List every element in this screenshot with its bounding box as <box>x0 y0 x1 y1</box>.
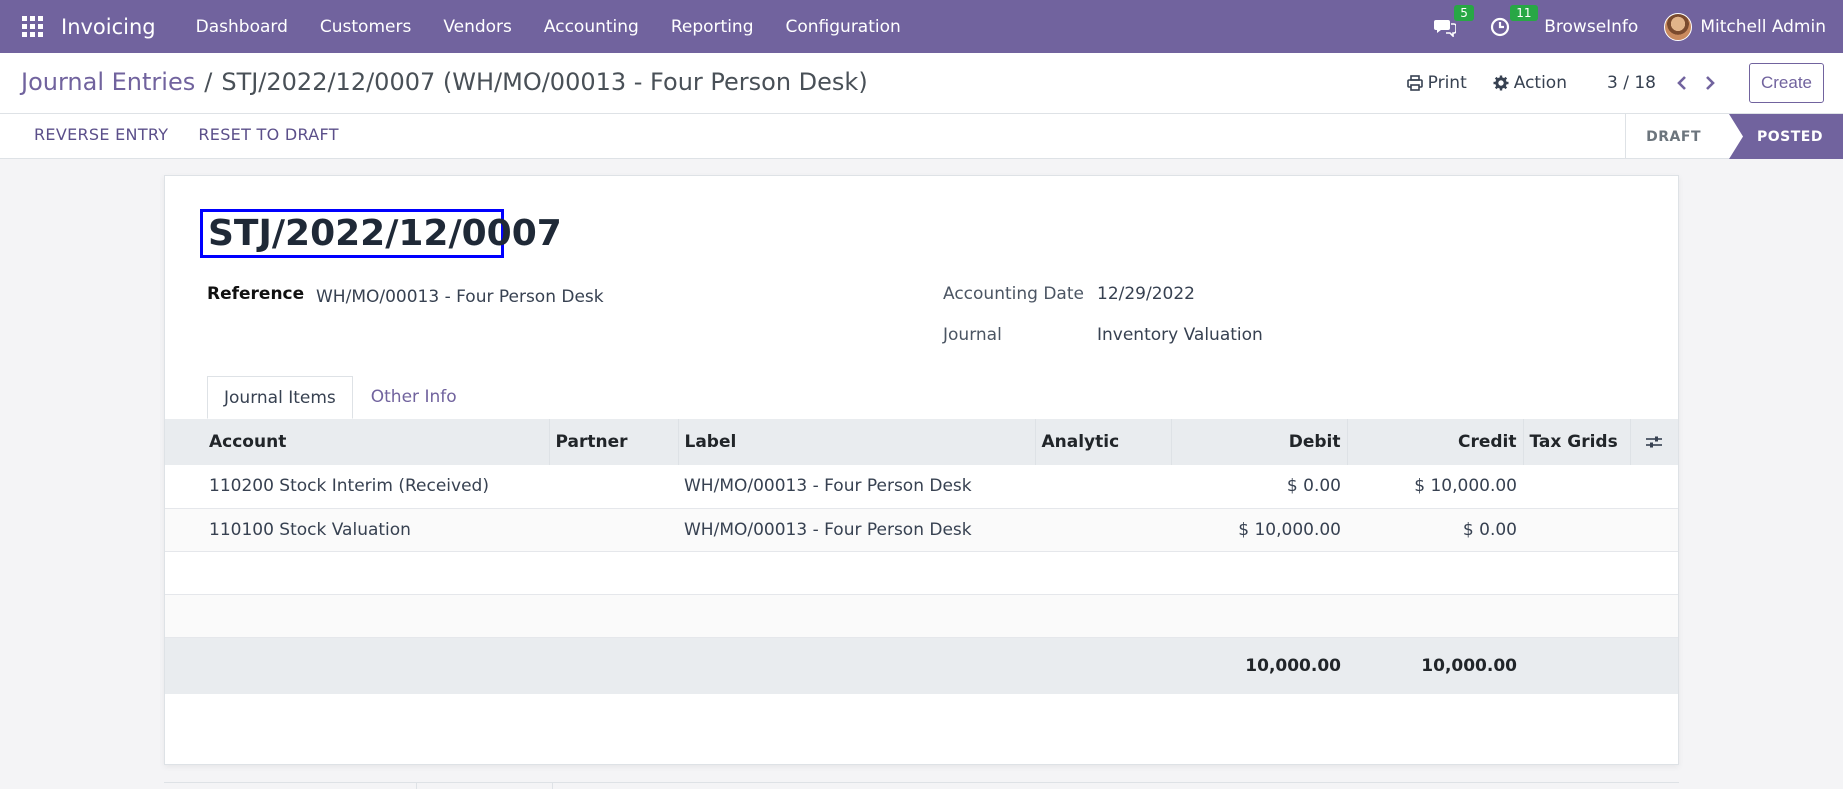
cell-analytic <box>1035 508 1171 552</box>
messages-button[interactable]: 5 <box>1434 4 1474 37</box>
column-debit[interactable]: Debit <box>1170 419 1347 465</box>
stage-draft[interactable]: DRAFT <box>1625 114 1729 159</box>
cell-tax-grids <box>1523 465 1630 509</box>
empty-row <box>165 594 1678 638</box>
app-name[interactable]: Invoicing <box>61 15 156 39</box>
tab-journal-items[interactable]: Journal Items <box>207 376 353 419</box>
avatar <box>1664 12 1693 41</box>
tab-other-info[interactable]: Other Info <box>355 376 473 419</box>
clock-icon <box>1491 17 1510 36</box>
action-label: Action <box>1513 73 1567 93</box>
cell-account: 110200 Stock Interim (Received) <box>165 465 549 509</box>
cell-label: WH/MO/00013 - Four Person Desk <box>678 508 1035 552</box>
total-credit: 10,000.00 <box>1347 637 1523 694</box>
column-partner[interactable]: Partner <box>548 419 678 465</box>
print-label: Print <box>1427 73 1467 93</box>
journal-label: Journal <box>943 325 1002 345</box>
cell-empty <box>1630 465 1678 509</box>
journal-value[interactable]: Inventory Valuation <box>1097 325 1263 345</box>
cell-account: 110100 Stock Valuation <box>165 508 549 552</box>
cell-analytic <box>1035 465 1171 509</box>
reference-value[interactable]: WH/MO/00013 - Four Person Desk <box>316 287 604 307</box>
activities-button[interactable]: 11 <box>1490 4 1538 37</box>
form-sheet: STJ/2022/12/0007 Reference WH/MO/00013 -… <box>164 175 1679 765</box>
menu-configuration[interactable]: Configuration <box>770 17 917 37</box>
breadcrumb-journal-entries[interactable]: Journal Entries <box>21 68 195 96</box>
column-tax-grids[interactable]: Tax Grids <box>1522 419 1630 465</box>
print-button[interactable]: Print <box>1406 73 1467 93</box>
empty-cell <box>165 594 1678 638</box>
messages-count-badge: 5 <box>1454 4 1474 21</box>
accounting-date-label: Accounting Date <box>943 284 1084 304</box>
sliders-icon[interactable] <box>1637 435 1673 449</box>
optional-columns-toggle[interactable] <box>1629 419 1678 465</box>
total-debit: 10,000.00 <box>1171 637 1347 694</box>
accounting-date-value[interactable]: 12/29/2022 <box>1097 284 1195 304</box>
totals-spacer <box>1523 637 1678 694</box>
chevron-left-icon[interactable] <box>1668 69 1696 97</box>
notebook-tabs: Journal Items Other Info <box>207 376 473 419</box>
empty-cell <box>165 551 1678 595</box>
cell-empty <box>1630 508 1678 552</box>
journal-items-table: Account Partner Label Analytic Debit Cre… <box>165 419 1678 694</box>
empty-row <box>165 551 1678 595</box>
menu-vendors[interactable]: Vendors <box>427 17 528 37</box>
totals-row: 10,000.00 10,000.00 <box>165 637 1678 694</box>
gear-icon <box>1493 75 1509 91</box>
cell-credit: $ 0.00 <box>1347 508 1523 552</box>
cell-debit: $ 0.00 <box>1171 465 1347 509</box>
create-button[interactable]: Create <box>1748 63 1824 103</box>
cell-credit: $ 10,000.00 <box>1347 465 1523 509</box>
title-highlight-box: STJ/2022/12/0007 <box>200 209 562 258</box>
stage-indicator: DRAFT POSTED <box>1625 114 1843 159</box>
table-row[interactable]: 110200 Stock Interim (Received) WH/MO/00… <box>165 465 1678 509</box>
column-credit[interactable]: Credit <box>1346 419 1523 465</box>
main-menu: Dashboard Customers Vendors Accounting R… <box>180 17 917 37</box>
menu-dashboard[interactable]: Dashboard <box>180 17 304 37</box>
cell-partner <box>549 465 678 509</box>
cell-label: WH/MO/00013 - Four Person Desk <box>678 465 1035 509</box>
control-panel: Journal Entries / STJ/2022/12/0007 (WH/M… <box>0 53 1843 114</box>
status-bar: REVERSE ENTRY RESET TO DRAFT DRAFT POSTE… <box>0 114 1843 159</box>
stage-posted[interactable]: POSTED <box>1729 114 1843 159</box>
user-name: Mitchell Admin <box>1700 16 1826 37</box>
column-account[interactable]: Account <box>165 419 549 465</box>
user-menu[interactable]: Mitchell Admin <box>1664 12 1826 41</box>
reference-label: Reference <box>207 284 305 304</box>
totals-spacer <box>165 637 1171 694</box>
entry-title: STJ/2022/12/0007 <box>208 213 562 254</box>
menu-customers[interactable]: Customers <box>304 17 427 37</box>
menu-accounting[interactable]: Accounting <box>528 17 655 37</box>
cell-debit: $ 10,000.00 <box>1171 508 1347 552</box>
breadcrumb-current: STJ/2022/12/0007 (WH/MO/00013 - Four Per… <box>221 68 868 96</box>
apps-menu-icon[interactable] <box>22 15 44 38</box>
reverse-entry-button[interactable]: REVERSE ENTRY <box>34 125 168 144</box>
column-label[interactable]: Label <box>677 419 1035 465</box>
cell-partner <box>549 508 678 552</box>
printer-icon <box>1406 75 1423 91</box>
menu-reporting[interactable]: Reporting <box>655 17 770 37</box>
activities-count-badge: 11 <box>1510 4 1538 21</box>
table-header-row: Account Partner Label Analytic Debit Cre… <box>165 419 1678 465</box>
action-button[interactable]: Action <box>1493 73 1567 93</box>
chatter-top-edge <box>164 782 1679 789</box>
pager-value[interactable]: 3 / 18 <box>1607 73 1656 93</box>
breadcrumb-separator: / <box>204 68 213 96</box>
chevron-right-icon[interactable] <box>1696 69 1724 97</box>
cell-tax-grids <box>1523 508 1630 552</box>
top-navbar: Invoicing Dashboard Customers Vendors Ac… <box>0 0 1843 53</box>
reset-to-draft-button[interactable]: RESET TO DRAFT <box>198 125 338 144</box>
table-row[interactable]: 110100 Stock Valuation WH/MO/00013 - Fou… <box>165 508 1678 552</box>
chat-icon <box>1434 19 1457 37</box>
column-analytic[interactable]: Analytic <box>1034 419 1171 465</box>
breadcrumb: Journal Entries / STJ/2022/12/0007 (WH/M… <box>21 68 868 96</box>
company-switcher[interactable]: BrowseInfo <box>1544 17 1638 37</box>
